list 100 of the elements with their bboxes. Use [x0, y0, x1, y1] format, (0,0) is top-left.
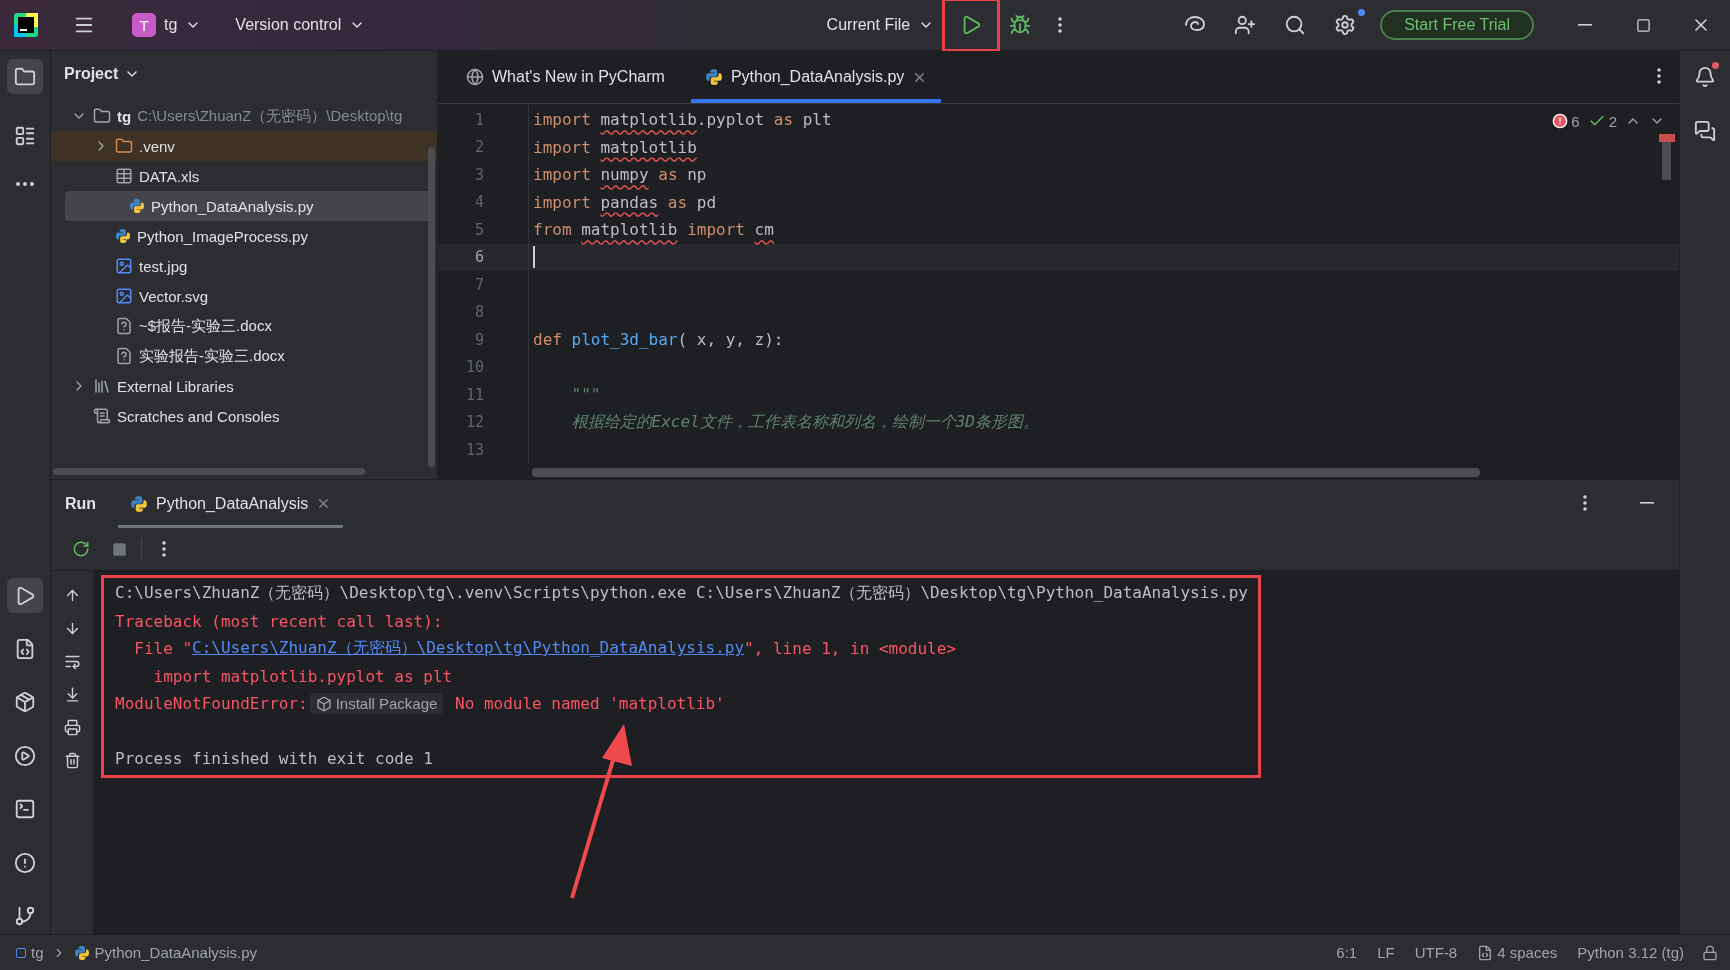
rerun-icon [72, 540, 90, 558]
bell-icon [1694, 66, 1716, 88]
scrollbar[interactable] [532, 468, 1480, 477]
terminal-icon [14, 798, 36, 821]
start-trial-button[interactable]: Start Free Trial [1380, 10, 1534, 40]
package-icon [14, 691, 36, 714]
tree-item-label: tg [117, 107, 132, 125]
tree-item-label: .venv [139, 137, 175, 155]
project-switcher[interactable]: T tg [124, 7, 210, 43]
error-count[interactable]: 6 [1552, 112, 1580, 130]
trash-icon [63, 752, 81, 769]
tree-item[interactable]: External Libraries [51, 371, 437, 401]
tree-item[interactable]: Python_DataAnalysis.py [65, 191, 431, 221]
breadcrumb[interactable]: tg [16, 944, 44, 961]
vcs-menu[interactable]: Version control [227, 10, 374, 40]
folder-path: C:\Users\ZhuanZ（无密码）\Desktop\tg [137, 106, 403, 126]
error-marker[interactable] [1659, 134, 1675, 142]
tree-item[interactable]: Python_ImageProcess.py [51, 221, 437, 251]
more-icon [1583, 495, 1587, 511]
tree-item-label: Vector.svg [139, 287, 209, 305]
editor-tab[interactable]: What's New in PyCharm [452, 51, 679, 103]
alert-icon [14, 851, 36, 874]
folder-icon [93, 107, 111, 125]
line-number: 8 [473, 303, 484, 322]
editor-tab[interactable]: Python_DataAnalysis.py [690, 51, 942, 103]
scrollbar[interactable] [428, 147, 435, 467]
tree-item-label: test.jpg [139, 257, 188, 275]
tree-item-label: DATA.xls [139, 167, 200, 185]
run-tool-button[interactable] [7, 577, 43, 614]
unknown-file-icon [115, 347, 133, 365]
console-text: Traceback (most recent call last): [115, 611, 443, 631]
tree-item[interactable]: 实验报告-实验三.docx [51, 341, 437, 371]
status-item[interactable]: 6:1 [1326, 944, 1368, 961]
wrap-icon [63, 653, 81, 670]
lock-icon [1702, 944, 1718, 961]
line-number: 12 [464, 413, 484, 432]
more-icon [1058, 17, 1063, 33]
console-text: No module named 'matplotlib' [454, 694, 725, 714]
folder-icon [115, 137, 133, 155]
console-text: Process finished with exit code 1 [115, 749, 433, 769]
printer-icon [63, 719, 81, 736]
scrollbar[interactable] [53, 468, 365, 475]
line-number: 11 [464, 385, 484, 404]
unknown-file-icon [115, 317, 133, 335]
tree-item-label: 实验报告-实验三.docx [139, 346, 285, 366]
more-icon [16, 181, 34, 186]
status-item[interactable]: UTF-8 [1404, 944, 1468, 961]
line-number: 10 [464, 358, 484, 377]
search-icon [1284, 14, 1307, 36]
code-line: """ [570, 385, 601, 405]
tree-item[interactable]: Scratches and Consoles [51, 401, 437, 431]
breadcrumb[interactable]: Python_DataAnalysis.py [73, 944, 258, 961]
lock-button[interactable] [1702, 944, 1718, 961]
minimize-icon [1578, 24, 1592, 26]
tree-item[interactable]: test.jpg [51, 251, 437, 281]
line-number: 1 [473, 110, 484, 129]
tree-item[interactable]: DATA.xls [51, 161, 437, 191]
console-icon [14, 637, 36, 660]
tree-item[interactable]: tg C:\Users\ZhuanZ（无密码）\Desktop\tg [51, 101, 437, 131]
install-package-button[interactable]: Install Package [309, 693, 444, 715]
stop-icon [111, 541, 127, 557]
python-icon [129, 198, 145, 214]
chat-icon [1694, 120, 1716, 142]
run-tab[interactable]: Python_DataAnalysis [118, 480, 344, 528]
package-icon [315, 695, 332, 712]
project-tool-button[interactable] [7, 59, 43, 95]
image-icon [115, 287, 133, 305]
line-number: 6 [473, 248, 484, 267]
tree-item[interactable]: ~$报告-实验三.docx [51, 311, 437, 341]
warning-count[interactable]: 2 [1587, 112, 1617, 130]
status-item[interactable]: 4 spaces [1467, 944, 1568, 961]
code-line: import numpy as np [533, 165, 707, 185]
status-item[interactable]: Python 3.12 (tg) [1567, 944, 1694, 961]
text-cursor [533, 246, 535, 269]
run-config-selector[interactable]: Current File [818, 10, 943, 40]
project-panel-title[interactable]: Project [51, 51, 154, 97]
bug-icon [1009, 14, 1032, 36]
app-logo[interactable] [14, 13, 38, 37]
tree-item-label: Scratches and Consoles [117, 407, 280, 425]
tree-item-label: Python_DataAnalysis.py [151, 197, 314, 215]
python-icon [73, 944, 90, 961]
tree-item[interactable]: Vector.svg [51, 281, 437, 311]
tree-item-label: External Libraries [117, 377, 234, 395]
code-line: import matplotlib [533, 137, 697, 157]
console-text: ", line 1, in <module> [744, 639, 956, 659]
project-badge: T [132, 13, 156, 37]
status-item[interactable]: LF [1367, 944, 1405, 961]
globe-icon [466, 68, 484, 86]
image-icon [115, 257, 133, 275]
tree-item[interactable]: .venv [51, 131, 437, 161]
circle-play-icon [14, 744, 36, 767]
console-text: File " [133, 639, 193, 659]
line-number: 9 [473, 330, 484, 349]
code-line: def plot_3d_bar( x, y, z): [533, 330, 784, 350]
scrollbar[interactable] [1662, 140, 1671, 180]
code-line: 根据给定的Excel文件，工作表名称和列名，绘制一个3D条形图。 [570, 411, 1039, 433]
line-number: 13 [464, 440, 484, 459]
maximize-icon [1635, 17, 1651, 33]
console-text: import matplotlib.pyplot as plt [152, 666, 453, 686]
file-link[interactable]: C:\Users\ZhuanZ（无密码）\Desktop\tg\Python_DataAnalysis.py [192, 638, 745, 660]
